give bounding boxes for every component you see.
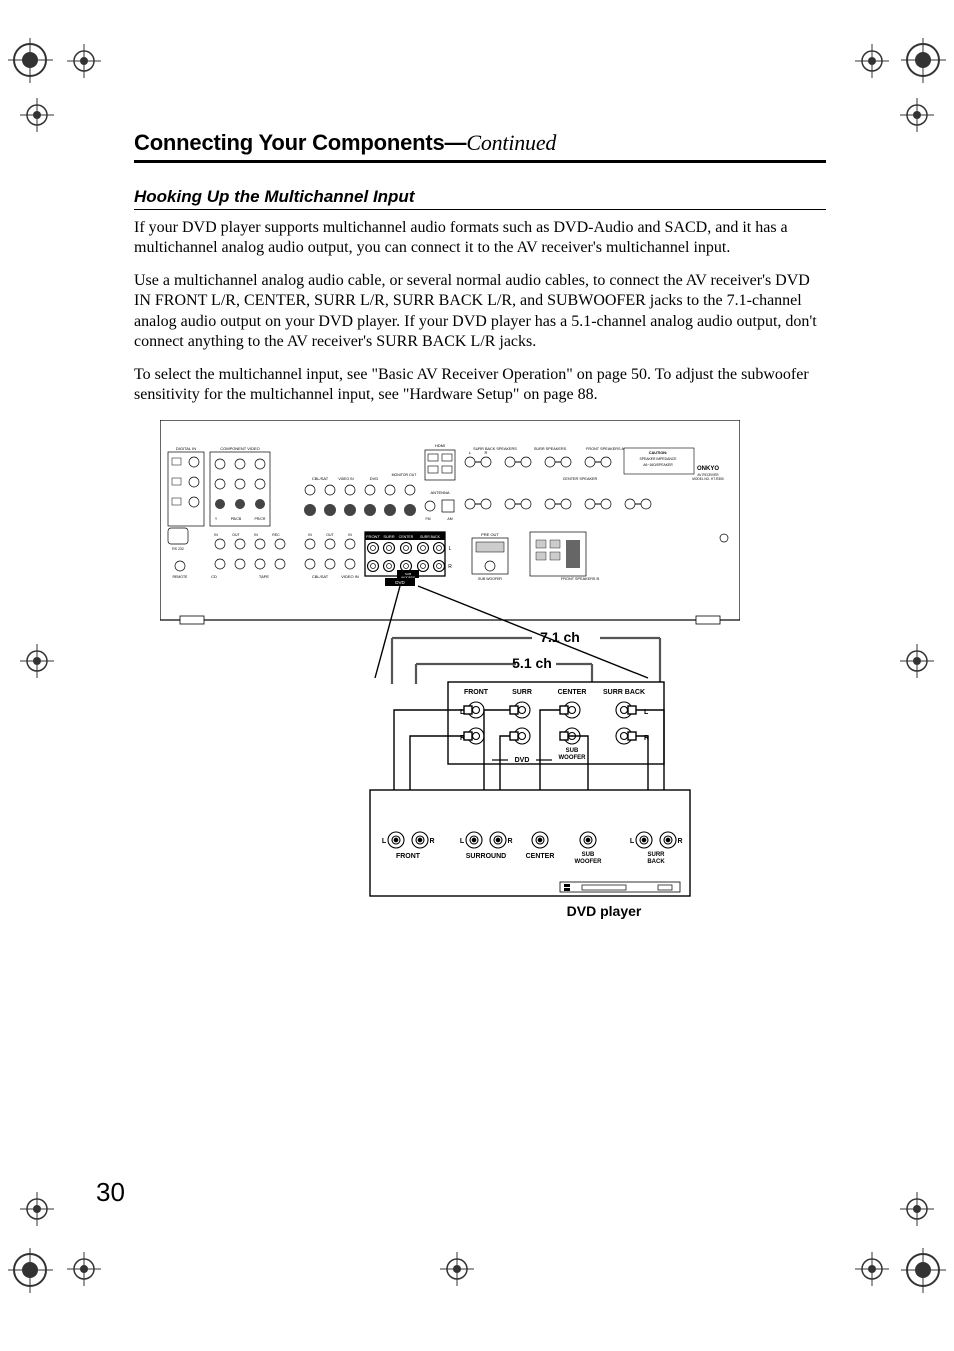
svg-text:SURR: SURR <box>647 852 665 858</box>
crosshair-r2 <box>900 1192 934 1226</box>
regmark-bl <box>8 1248 53 1293</box>
label-71ch: 7.1 ch <box>540 629 580 645</box>
lbl-surr-sp: SURR SPEAKERS <box>534 447 567 451</box>
lbl-caution: CAUTION: <box>649 451 668 455</box>
svg-text:VIDEO IN: VIDEO IN <box>341 574 359 579</box>
svg-text:IN: IN <box>308 533 312 537</box>
lbl-component-video: COMPONENT VIDEO <box>220 446 260 451</box>
pj-L2: L <box>460 838 465 845</box>
svg-text:WOOFER: WOOFER <box>575 859 603 865</box>
crosshair-bl <box>67 1252 101 1286</box>
svg-text:IN: IN <box>348 533 352 537</box>
lbl-monitor-out: MONITOR OUT <box>392 473 418 477</box>
paragraph-3: To select the multichannel input, see "B… <box>134 365 826 406</box>
page-number: 30 <box>96 1177 125 1208</box>
crosshair-rm <box>900 644 934 678</box>
lbl-preout-sub: SUB WOOFER <box>478 577 502 581</box>
zj-surrback: SURR BACK <box>603 689 645 696</box>
svg-text:RS 232: RS 232 <box>172 547 184 551</box>
page-title: Connecting Your Components—Continued <box>134 130 826 156</box>
lbl-front: FRONT <box>366 534 380 539</box>
lbl-cblsat-top: CBL/SAT <box>312 476 329 481</box>
lbl-hdmi: HDMI <box>435 443 445 448</box>
svg-text:PR/CR: PR/CR <box>255 517 266 521</box>
svg-text:PB/CB: PB/CB <box>231 517 242 521</box>
lbl-surrback-h: SURR BACK <box>420 535 441 539</box>
zj-center: CENTER <box>558 689 587 696</box>
lbl-fm: FM <box>425 517 430 521</box>
crosshair-r1 <box>900 98 934 132</box>
connection-diagram: DIGITAL IN RS 232 COMPONENT VIDEO <box>160 420 740 950</box>
title-main: Connecting Your Components <box>134 130 445 155</box>
paragraph-1: If your DVD player supports multichannel… <box>134 218 826 259</box>
lbl-brand: ONKYO <box>697 466 719 472</box>
crosshair-br <box>855 1252 889 1286</box>
svg-text:SUB: SUB <box>566 748 579 754</box>
lbl-preout: PRE OUT <box>481 532 499 537</box>
zj-surr: SURR <box>512 689 532 696</box>
title-rule <box>134 160 826 163</box>
svg-text:SUB: SUB <box>582 852 595 858</box>
lbl-center-h: CENTER <box>399 535 414 539</box>
regmark-br <box>901 1248 946 1293</box>
lbl-tape: TAPE <box>259 574 269 579</box>
lbl-cd: CD <box>211 574 217 579</box>
svg-text:L: L <box>449 546 452 552</box>
lbl-center-sp: CENTER SPEAKER <box>563 477 598 481</box>
lbl-spimp: SPEAKER IMPEDANCE <box>639 457 677 461</box>
svg-text:OUT: OUT <box>326 533 334 537</box>
lbl-cblsat: CBL/SAT <box>312 574 329 579</box>
lbl-am: AM <box>447 517 452 521</box>
pj-front: FRONT <box>396 853 421 860</box>
lbl-front-sp-a: FRONT SPEAKERS A <box>586 447 624 451</box>
section-heading: Hooking Up the Multichannel Input <box>134 187 826 207</box>
lbl-surrback-sp: SURR BACK SPEAKERS <box>473 447 517 451</box>
crosshair-lm <box>20 644 54 678</box>
pj-center: CENTER <box>526 853 555 860</box>
pj-L1: L <box>382 838 387 845</box>
lbl-dvd-top: DVD <box>370 476 379 481</box>
regmark-tr <box>901 38 946 83</box>
title-sep: — <box>445 130 467 155</box>
zj-front: FRONT <box>464 689 489 696</box>
svg-text:R: R <box>448 564 452 570</box>
lbl-antenna: ANTENNA <box>430 490 449 495</box>
svg-text:OUT: OUT <box>232 533 240 537</box>
lbl-model2: MODEL NO. HT-R350 <box>692 477 724 481</box>
paragraph-2: Use a multichannel analog audio cable, o… <box>134 271 826 353</box>
label-51ch: 5.1 ch <box>512 655 552 671</box>
pj-R3: R <box>677 838 682 845</box>
lbl-impval: A6~16Ω/SPEAKER <box>643 463 673 467</box>
lbl-front-sp-b: FRONT SPEAKERS B <box>561 577 600 581</box>
lbl-surr: SURR <box>383 534 394 539</box>
svg-text:BACK: BACK <box>647 859 665 865</box>
crosshair-tr <box>855 44 889 78</box>
pj-R2: R <box>507 838 512 845</box>
title-cont: Continued <box>466 130 556 155</box>
lbl-dvd-h: DVD <box>395 580 405 585</box>
svg-text:VIDEO IN: VIDEO IN <box>338 477 354 481</box>
zj-dvd: DVD <box>515 757 530 764</box>
section-rule <box>134 209 826 210</box>
crosshair-l1 <box>20 98 54 132</box>
svg-text:IN: IN <box>214 533 218 537</box>
crosshair-bc <box>440 1252 474 1286</box>
regmark-tl <box>8 38 53 83</box>
label-dvd-player: DVD player <box>567 903 642 919</box>
crosshair-l2 <box>20 1192 54 1226</box>
svg-text:REC: REC <box>272 533 280 537</box>
pj-L3: L <box>630 838 635 845</box>
svg-text:REMOTE: REMOTE <box>173 575 189 579</box>
crosshair-tl <box>67 44 101 78</box>
lbl-digital-in: DIGITAL IN <box>176 446 196 451</box>
svg-text:IN: IN <box>254 533 258 537</box>
svg-text:WOOFER: WOOFER <box>559 755 587 761</box>
pj-R1: R <box>429 838 434 845</box>
svg-text:R: R <box>485 450 488 455</box>
pj-surround: SURROUND <box>466 853 506 860</box>
